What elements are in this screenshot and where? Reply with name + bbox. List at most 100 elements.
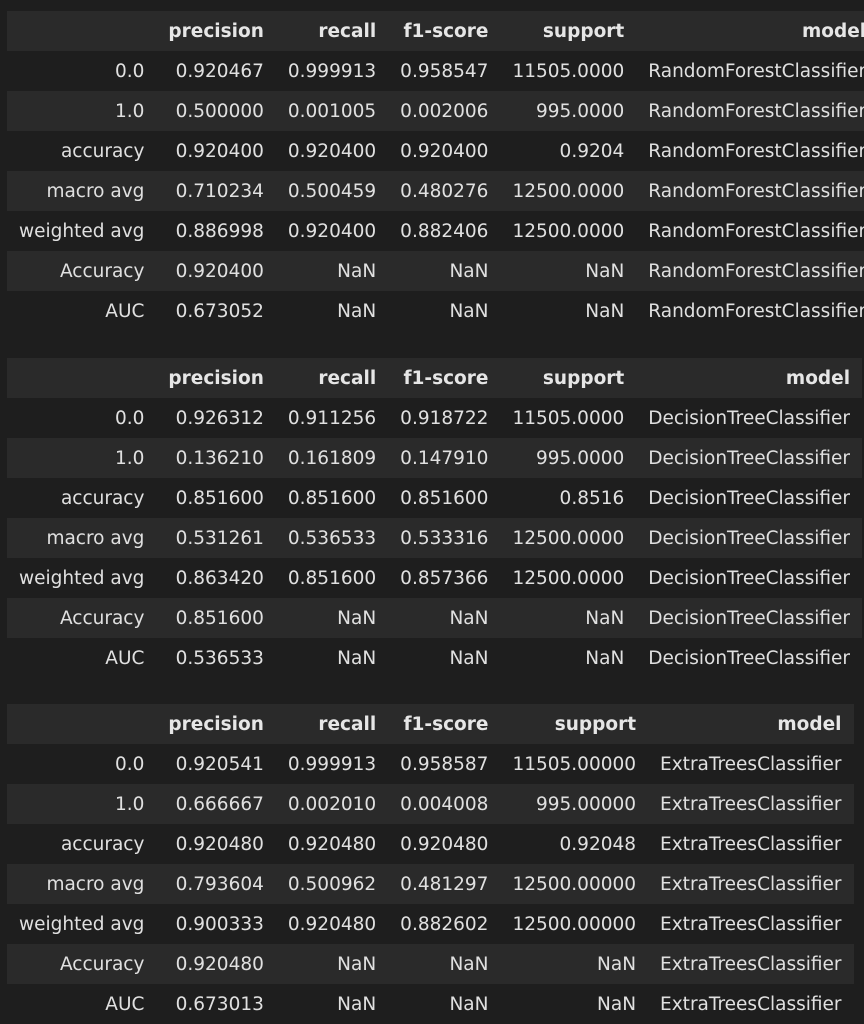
support-cell: 0.92048 xyxy=(559,833,637,855)
recall-cell: NaN xyxy=(275,251,389,291)
model-cell: DecisionTreeClassifier xyxy=(648,567,851,589)
f1-score-header: f1-score xyxy=(388,11,501,51)
model-cell: DecisionTreeClassifier xyxy=(636,598,863,638)
row-index: accuracy xyxy=(60,140,145,162)
recall-header: recall xyxy=(275,704,389,744)
model-cell: DecisionTreeClassifier xyxy=(648,647,851,669)
precision-cell: 0.863420 xyxy=(175,567,264,589)
model-cell: RandomForestClassifier xyxy=(648,300,864,322)
support-cell: 0.9204 xyxy=(559,140,625,162)
precision-cell: 0.531261 xyxy=(156,518,276,558)
precision-cell: 0.920467 xyxy=(175,60,264,82)
row-index: AUC xyxy=(105,647,145,669)
support-cell: 995.0000 xyxy=(500,438,637,478)
recall-cell: 0.500459 xyxy=(275,171,389,211)
row-index: weighted avg xyxy=(19,913,145,935)
model-header: model xyxy=(636,11,864,51)
row-index: macro avg xyxy=(7,864,157,904)
model-cell: ExtraTreesClassifier xyxy=(660,993,842,1015)
precision-cell: 0.500000 xyxy=(156,91,276,131)
support-cell: 0.8516 xyxy=(559,487,625,509)
model-cell: RandomForestClassifier xyxy=(636,251,864,291)
precision-cell: 0.920480 xyxy=(156,944,276,984)
recall-cell: 0.999913 xyxy=(287,753,377,775)
table-row: weighted avg 0.900333 0.920480 0.882602 … xyxy=(7,904,854,944)
support-cell: NaN xyxy=(597,993,637,1015)
support-cell: NaN xyxy=(500,598,637,638)
row-index: Accuracy xyxy=(7,251,157,291)
f1-score-cell: 0.481297 xyxy=(388,864,501,904)
row-index: AUC xyxy=(105,300,145,322)
recall-cell: NaN xyxy=(275,598,389,638)
index-header xyxy=(7,11,157,51)
precision-cell: 0.926312 xyxy=(175,407,264,429)
f1-score-cell: 0.857366 xyxy=(400,567,489,589)
f1-score-cell: 0.918722 xyxy=(400,407,489,429)
table-row: macro avg 0.531261 0.536533 0.533316 125… xyxy=(7,518,863,558)
model-cell: DecisionTreeClassifier xyxy=(648,487,851,509)
recall-header: recall xyxy=(275,11,389,51)
precision-cell: 0.886998 xyxy=(175,220,264,242)
table-row: 0.0 0.920541 0.999913 0.958587 11505.000… xyxy=(7,744,854,784)
table-row: weighted avg 0.886998 0.920400 0.882406 … xyxy=(7,211,864,251)
model-cell: DecisionTreeClassifier xyxy=(636,518,863,558)
table-row: 1.0 0.136210 0.161809 0.147910 995.0000 … xyxy=(7,438,863,478)
support-cell: 12500.0000 xyxy=(512,567,625,589)
f1-score-cell: 0.920480 xyxy=(400,833,489,855)
model-cell: ExtraTreesClassifier xyxy=(648,784,854,824)
recall-cell: 0.920480 xyxy=(287,833,377,855)
f1-score-header: f1-score xyxy=(388,358,501,398)
support-cell: NaN xyxy=(585,300,625,322)
precision-cell: 0.673013 xyxy=(175,993,264,1015)
index-header xyxy=(7,358,157,398)
table-row: accuracy 0.920400 0.920400 0.920400 0.92… xyxy=(7,131,864,171)
f1-score-cell: 0.002006 xyxy=(388,91,501,131)
model-cell: RandomForestClassifier xyxy=(636,171,864,211)
f1-score-cell: 0.004008 xyxy=(388,784,501,824)
model-cell: ExtraTreesClassifier xyxy=(648,864,854,904)
table-row: weighted avg 0.863420 0.851600 0.857366 … xyxy=(7,558,862,598)
recall-cell: 0.500962 xyxy=(275,864,389,904)
model-cell: ExtraTreesClassifier xyxy=(660,833,842,855)
precision-cell: 0.666667 xyxy=(156,784,276,824)
f1-score-cell: NaN xyxy=(449,993,489,1015)
support-header: support xyxy=(500,11,637,51)
support-header: support xyxy=(500,704,649,744)
recall-cell: NaN xyxy=(337,300,377,322)
support-cell: 11505.0000 xyxy=(512,60,625,82)
row-index: 1.0 xyxy=(7,91,157,131)
recall-cell: 0.920480 xyxy=(287,913,377,935)
precision-cell: 0.920400 xyxy=(156,251,276,291)
support-header: support xyxy=(500,358,637,398)
table-row: accuracy 0.851600 0.851600 0.851600 0.85… xyxy=(7,478,862,518)
f1-score-cell: 0.920400 xyxy=(400,140,489,162)
precision-cell: 0.851600 xyxy=(175,487,264,509)
recall-cell: 0.002010 xyxy=(275,784,389,824)
row-index: weighted avg xyxy=(19,220,145,242)
classification-report-table-extra-trees: precision recall f1-score support model … xyxy=(7,704,854,1024)
support-cell: NaN xyxy=(500,251,637,291)
precision-cell: 0.710234 xyxy=(156,171,276,211)
table-row: AUC 0.536533 NaN NaN NaN DecisionTreeCla… xyxy=(7,638,862,678)
model-cell: ExtraTreesClassifier xyxy=(660,913,842,935)
row-index: 1.0 xyxy=(7,438,157,478)
table-row: AUC 0.673013 NaN NaN NaN ExtraTreesClass… xyxy=(7,984,854,1024)
recall-cell: 0.920400 xyxy=(287,140,377,162)
table-row: 1.0 0.500000 0.001005 0.002006 995.0000 … xyxy=(7,91,864,131)
table-row: 0.0 0.920467 0.999913 0.958547 11505.000… xyxy=(7,51,864,91)
model-header: model xyxy=(648,704,854,744)
recall-cell: 0.001005 xyxy=(275,91,389,131)
f1-score-cell: 0.147910 xyxy=(388,438,501,478)
precision-cell: 0.536533 xyxy=(175,647,264,669)
row-index: macro avg xyxy=(7,171,157,211)
row-index: accuracy xyxy=(60,833,145,855)
support-cell: 995.00000 xyxy=(500,784,649,824)
model-cell: ExtraTreesClassifier xyxy=(660,753,842,775)
model-cell: RandomForestClassifier xyxy=(648,60,864,82)
recall-cell: 0.911256 xyxy=(287,407,377,429)
f1-score-cell: 0.882406 xyxy=(400,220,489,242)
support-cell: 12500.0000 xyxy=(500,518,637,558)
table-row: 1.0 0.666667 0.002010 0.004008 995.00000… xyxy=(7,784,854,824)
f1-score-cell: 0.851600 xyxy=(400,487,489,509)
row-index: 1.0 xyxy=(7,784,157,824)
